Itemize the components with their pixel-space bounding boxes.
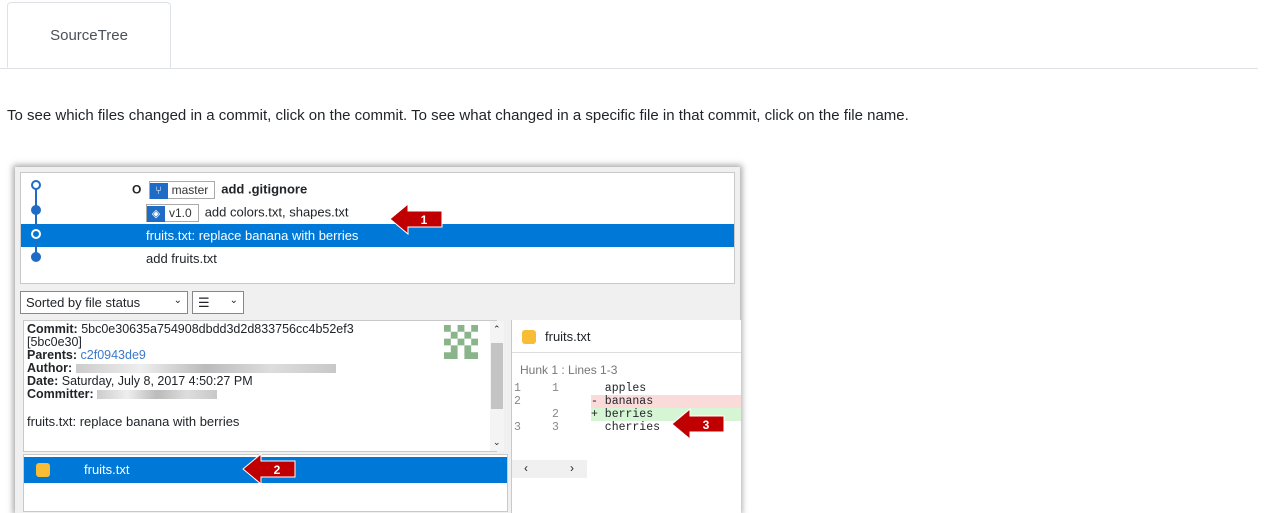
commit-date: Saturday, July 8, 2017 4:50:27 PM [61, 374, 253, 388]
commit-row-selected[interactable]: fruits.txt: replace banana with berries [21, 224, 734, 247]
diff-file-name: fruits.txt [545, 329, 591, 344]
commit-message: add colors.txt, shapes.txt [204, 204, 349, 220]
tab-sourcetree[interactable]: SourceTree [7, 2, 171, 68]
annotation-arrow-3: 3 [671, 407, 725, 441]
view-dropdown[interactable]: ☰ ⌄ [192, 291, 244, 314]
commit-row[interactable]: ◈ v1.0 add colors.txt, shapes.txt [21, 200, 734, 223]
author-label: Author: [27, 361, 73, 375]
commit-message: add .gitignore [221, 181, 308, 197]
diff-horizontal-scrollbar[interactable]: ‹ › [512, 460, 587, 478]
chevron-right-icon[interactable]: › [570, 461, 574, 475]
scrollbar-thumb[interactable] [491, 343, 503, 409]
blurred-author [75, 364, 336, 374]
commit-history-list: O ⑂ master add .gitignore ◈ v1.0 add colors.… [20, 172, 735, 284]
avatar [444, 325, 478, 359]
branch-badge: ⑂ master [148, 181, 216, 199]
committer-label: Committer: [27, 387, 94, 401]
annotation-number: 3 [703, 418, 710, 432]
date-label: Date: [27, 374, 59, 388]
file-name: fruits.txt [84, 462, 130, 477]
commit-message: add fruits.txt [146, 251, 217, 266]
annotation-arrow-1: 1 [389, 202, 443, 236]
annotation-number: 2 [274, 463, 281, 477]
chevron-down-icon: ⌄ [229, 295, 238, 306]
commit-hash: 5bc0e30635a754908dbdd3d2d833756cc4b52ef3 [81, 322, 354, 336]
sort-label: Sorted by file status [26, 295, 141, 310]
branch-name: master [171, 183, 209, 197]
diff-line: 11 apples [514, 382, 647, 395]
sourcetree-screenshot: O ⑂ master add .gitignore ◈ v1.0 add colors.… [15, 167, 741, 513]
tag-icon: ◈ [147, 206, 165, 222]
details-scrollbar[interactable]: ⌃ ⌄ [490, 321, 504, 451]
commit-message: fruits.txt: replace banana with berries [146, 228, 359, 243]
annotation-number: 1 [421, 213, 428, 227]
parent-link[interactable]: c2f0943de9 [81, 348, 146, 362]
blurred-committer [97, 390, 218, 400]
commit-details: Commit: 5bc0e30635a754908dbdd3d2d833756c… [23, 320, 504, 452]
tab-bar: SourceTree [0, 0, 1258, 69]
commit-row[interactable]: O ⑂ master add .gitignore [21, 177, 734, 200]
hunk-header: Hunk 1 : Lines 1-3 [520, 363, 618, 377]
modified-file-icon [522, 330, 536, 344]
chevron-down-icon[interactable]: ⌄ [493, 436, 501, 449]
graph-node [31, 205, 41, 215]
commit-label: Commit: [27, 322, 78, 336]
modified-file-icon [36, 463, 50, 477]
chevron-down-icon: ⌄ [173, 295, 182, 306]
branch-icon: ⑂ [149, 183, 168, 199]
commit-graph [29, 173, 43, 262]
commit-full-message: fruits.txt: replace banana with berries [27, 414, 240, 429]
graph-node [31, 180, 41, 190]
tag-name: v1.0 [169, 206, 192, 220]
file-toolbar: Sorted by file status ⌄ ☰ ⌄ [20, 288, 735, 318]
tab-label: SourceTree [50, 26, 128, 44]
sort-dropdown[interactable]: Sorted by file status ⌄ [20, 291, 188, 314]
parents-label: Parents: [27, 348, 78, 362]
commit-row[interactable]: add fruits.txt [21, 247, 734, 270]
annotation-arrow-2: 2 [242, 452, 296, 486]
graph-node [31, 252, 41, 262]
graph-node [31, 229, 41, 239]
list-view-icon: ☰ [198, 295, 210, 310]
intro-text: To see which files changed in a commit, … [7, 107, 909, 124]
tag-badge: ◈ v1.0 [146, 204, 199, 222]
diff-header: fruits.txt [512, 320, 741, 353]
chevron-up-icon[interactable]: ⌃ [493, 323, 501, 336]
chevron-left-icon[interactable]: ‹ [524, 461, 528, 475]
